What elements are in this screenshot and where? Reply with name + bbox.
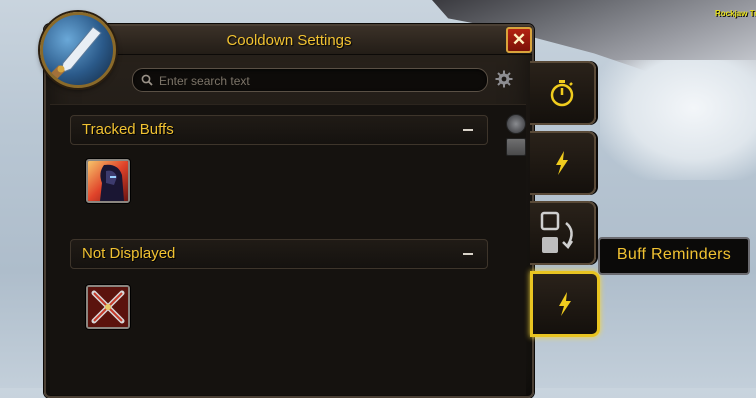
settings-content: Tracked Buffs Not Displayed [50, 104, 526, 395]
window-portrait-icon [40, 12, 116, 88]
lightning-icon [549, 288, 581, 325]
close-button[interactable]: ✕ [506, 27, 532, 53]
title-bar[interactable]: Cooldown Settings ✕ [46, 26, 532, 55]
crossed-swords-icon[interactable] [86, 285, 130, 329]
section-label: Tracked Buffs [82, 121, 174, 138]
cooldown-settings-window: Cooldown Settings ✕ Enter search text Tr… [44, 24, 534, 398]
search-box[interactable] [132, 68, 488, 92]
window-title: Cooldown Settings [226, 32, 352, 49]
collapse-minus-icon[interactable] [463, 253, 473, 255]
lightning-icon [546, 147, 578, 184]
world-snow-scenery [600, 60, 756, 180]
swap-layout-icon [540, 211, 582, 262]
section-header-not-displayed[interactable]: Not Displayed [70, 239, 488, 269]
tooltip: Buff Reminders [598, 237, 750, 275]
search-input[interactable] [157, 70, 481, 92]
world-nameplate: Rockjaw Tro [715, 9, 756, 18]
tab-cooldowns[interactable] [530, 61, 596, 125]
tab-buff-reminders[interactable] [530, 271, 600, 337]
collapse-minus-icon[interactable] [463, 129, 473, 131]
hooded-figure-buff-icon[interactable] [86, 159, 130, 203]
section-header-tracked-buffs[interactable]: Tracked Buffs [70, 115, 488, 145]
tab-buffs[interactable] [530, 131, 596, 195]
settings-gear-icon[interactable] [495, 70, 513, 93]
tab-layout[interactable] [530, 201, 596, 265]
scroll-up-button[interactable] [506, 114, 526, 134]
search-icon [141, 73, 153, 91]
section-label: Not Displayed [82, 245, 176, 262]
stopwatch-icon [546, 77, 578, 114]
scrollbar-thumb[interactable] [506, 138, 526, 156]
tooltip-text: Buff Reminders [616, 246, 732, 263]
